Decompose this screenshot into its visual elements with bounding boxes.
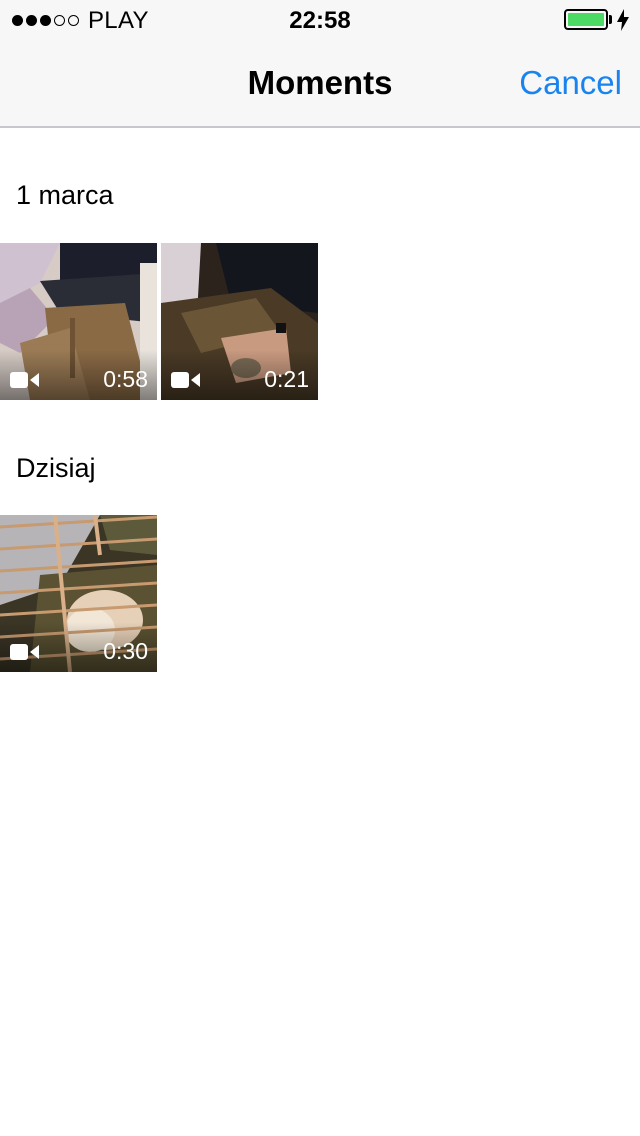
battery-level xyxy=(568,13,604,26)
battery-terminal xyxy=(609,15,612,24)
status-time: 22:58 xyxy=(289,7,351,34)
cancel-button[interactable]: Cancel xyxy=(519,64,622,102)
status-bar: PLAY 22:58 xyxy=(0,0,640,40)
video-thumbnail[interactable]: 0:30 xyxy=(0,515,157,672)
video-duration: 0:30 xyxy=(103,638,148,664)
video-duration: 0:58 xyxy=(103,366,148,392)
video-thumbnail[interactable]: 0:58 xyxy=(0,243,157,400)
top-bar: PLAY 22:58 Moments Cancel xyxy=(0,0,640,128)
battery-icon xyxy=(564,9,608,30)
video-camera-icon xyxy=(171,372,200,388)
video-thumbnail[interactable]: 0:21 xyxy=(161,243,318,400)
moment-header: Dzisiaj xyxy=(16,453,96,483)
video-duration: 0:21 xyxy=(264,366,309,392)
video-camera-icon xyxy=(10,372,39,388)
video-camera-icon xyxy=(10,644,39,660)
moment-header: 1 marca xyxy=(16,180,114,210)
charging-bolt-icon xyxy=(617,9,629,31)
photo-picker-screen: PLAY 22:58 Moments Cancel 1 marca 0:58 0… xyxy=(0,0,640,1136)
